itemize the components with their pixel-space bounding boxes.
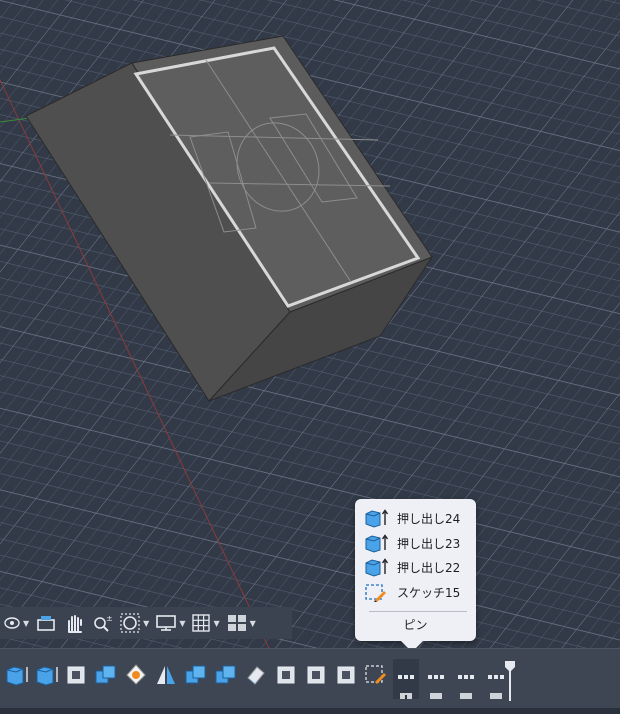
chevron-down-icon: ▼: [249, 618, 256, 628]
timeline-feature-shell[interactable]: [273, 662, 299, 688]
extrude-icon: [365, 558, 389, 577]
group-icon: [458, 675, 474, 705]
popup-item-label: 押し出し24: [397, 511, 461, 526]
timeline-feature-extrude[interactable]: [3, 662, 29, 688]
combine-icon: [95, 665, 116, 684]
mirror-icon: [157, 666, 175, 684]
extrude-icon: [365, 509, 389, 528]
timeline-feature-combine[interactable]: [183, 662, 209, 688]
chevron-down-icon: ▼: [23, 618, 30, 628]
timeline-feature-shell[interactable]: [303, 662, 329, 688]
shell-icon: [277, 666, 295, 684]
combine-icon: [215, 665, 236, 684]
navigation-bar: ▼ ± ▼ ▼ ▼ ▼: [0, 607, 292, 639]
viewports-button[interactable]: ▼: [223, 607, 259, 639]
group-icon: [398, 675, 414, 705]
chevron-down-icon: ▼: [143, 618, 150, 628]
fit-button[interactable]: ▼: [116, 607, 152, 639]
timeline-feature-shell[interactable]: [63, 662, 89, 688]
shell-icon: [337, 666, 355, 684]
timeline-marker[interactable]: [503, 661, 517, 701]
timeline-group-selected[interactable]: [393, 659, 419, 705]
chevron-down-icon: ▼: [213, 618, 220, 628]
timeline-group-popup: 押し出し24 押し出し23 押し出し22 スケッチ15 ピン: [355, 499, 476, 641]
popup-item-extrude-24[interactable]: 押し出し24: [363, 507, 460, 529]
popup-item-label: スケッチ15: [397, 585, 461, 600]
sketch-icon: [365, 584, 386, 602]
orbit-button[interactable]: ▼: [0, 607, 32, 639]
pan-icon: [68, 615, 83, 633]
extrude-icon: [6, 666, 28, 686]
timeline-feature-shell[interactable]: [333, 662, 359, 688]
popup-divider: [369, 611, 467, 612]
zoom-icon: ±: [94, 614, 113, 632]
shell-icon: [67, 666, 85, 684]
extrude-icon: [365, 534, 389, 553]
chevron-down-icon: ▼: [179, 618, 186, 628]
popup-item-label: 押し出し22: [397, 560, 461, 575]
timeline-group[interactable]: [453, 659, 479, 705]
timeline-feature-combine[interactable]: [93, 662, 119, 688]
pin-button[interactable]: ピン: [355, 616, 476, 633]
combine-icon: [185, 665, 206, 684]
grid-settings-button[interactable]: ▼: [188, 607, 222, 639]
display-settings-icon: [156, 615, 177, 631]
timeline-feature-sketch[interactable]: [363, 662, 389, 688]
timeline-feature-remove[interactable]: [243, 662, 269, 688]
orbit-icon: [4, 617, 20, 629]
look-at-icon: [37, 616, 55, 631]
pan-button[interactable]: [60, 607, 88, 639]
svg-text:±: ±: [106, 614, 113, 623]
popup-item-extrude-22[interactable]: 押し出し22: [363, 556, 460, 578]
display-settings-button[interactable]: ▼: [152, 607, 188, 639]
popup-item-extrude-23[interactable]: 押し出し23: [363, 532, 460, 554]
timeline-feature-mirror[interactable]: [153, 662, 179, 688]
timeline-feature-extrude[interactable]: [33, 662, 59, 688]
look-at-button[interactable]: [32, 607, 60, 639]
group-icon: [428, 675, 444, 705]
timeline-group[interactable]: [423, 659, 449, 705]
shell-icon: [307, 666, 325, 684]
extrude-icon: [36, 666, 58, 686]
timeline: [0, 648, 620, 709]
timeline-bottom-bar: [0, 708, 620, 714]
erase-icon: [247, 666, 265, 685]
zoom-button[interactable]: ±: [88, 607, 116, 639]
sketch-icon: [365, 665, 386, 684]
timeline-feature-appearance[interactable]: [123, 662, 149, 688]
paint-icon: [126, 664, 146, 685]
fit-icon: [120, 613, 140, 633]
viewports-icon: [227, 615, 246, 631]
grid-icon: [192, 614, 211, 632]
popup-item-sketch-15[interactable]: スケッチ15: [363, 581, 460, 603]
timeline-feature-combine[interactable]: [213, 662, 239, 688]
popup-item-label: 押し出し23: [397, 536, 461, 551]
